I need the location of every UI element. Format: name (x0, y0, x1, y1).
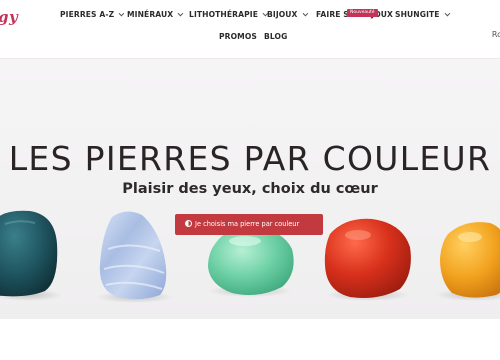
page-below-hero (0, 319, 500, 360)
nav-label: LITHOTHÉRAPIE (189, 10, 258, 19)
page: gy PIERRES A-Z MINÉRAUX LITHOTHÉRAPIE BI… (0, 0, 500, 360)
chevron-down-icon (444, 10, 450, 17)
cta-label: Je choisis ma pierre par couleur (195, 220, 300, 228)
main-nav: PIERRES A-Z MINÉRAUX LITHOTHÉRAPIE BIJOU… (0, 9, 500, 24)
stone-highlight (345, 230, 371, 240)
nav-item-shungite[interactable]: SHUNGITE (395, 10, 450, 19)
chevron-down-icon (118, 10, 125, 17)
red-jasper-stone (324, 218, 411, 298)
chevron-down-icon (302, 10, 308, 17)
nav-item-lithotherapie[interactable]: LITHOTHÉRAPIE (189, 10, 269, 19)
nav-item-blog[interactable]: BLOG (264, 32, 287, 41)
stone-highlight (229, 236, 261, 246)
hero-banner: LES PIERRES PAR COULEUR Plaisir des yeux… (0, 59, 500, 319)
nav-label: MINÉRAUX (127, 10, 174, 19)
site-header: gy PIERRES A-Z MINÉRAUX LITHOTHÉRAPIE BI… (0, 0, 500, 59)
stone-highlight (458, 232, 482, 242)
half-circle-icon (185, 220, 192, 227)
choose-stone-by-color-button[interactable]: Je choisis ma pierre par couleur (175, 214, 323, 235)
nav-label: SHUNGITE (395, 10, 440, 19)
nav-item-promos[interactable]: PROMOS (219, 32, 257, 41)
new-badge: Nouveauté (347, 9, 378, 17)
secondary-nav: PROMOS BLOG (0, 32, 500, 44)
nav-item-bijoux[interactable]: BIJOUX (267, 10, 308, 19)
hero-title: LES PIERRES PAR COULEUR (8, 139, 492, 178)
nav-item-mineraux[interactable]: MINÉRAUX (127, 10, 184, 19)
blue-lace-agate-stone (99, 211, 167, 300)
chevron-down-icon (177, 10, 184, 17)
hero-subtitle: Plaisir des yeux, choix du cœur (122, 181, 378, 197)
nav-label: BIJOUX (267, 10, 298, 19)
nav-item-pierres-a-z[interactable]: PIERRES A-Z (60, 10, 125, 19)
header-edge-text[interactable]: Ro (492, 30, 500, 39)
nav-label: PIERRES A-Z (60, 10, 115, 19)
